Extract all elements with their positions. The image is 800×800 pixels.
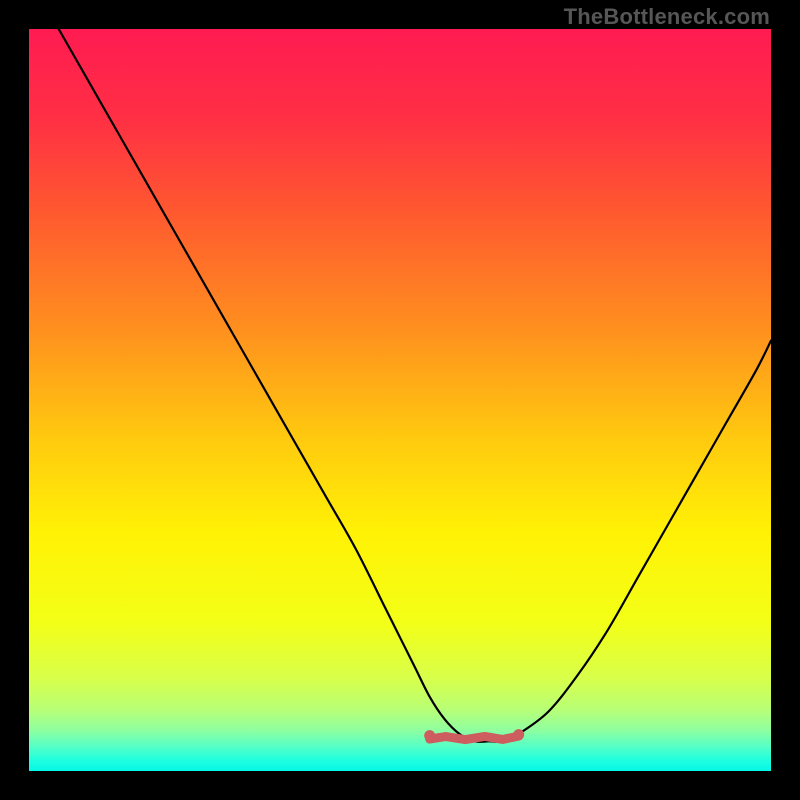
plot-frame — [29, 29, 771, 771]
gradient-background — [29, 29, 771, 771]
bottleneck-chart — [29, 29, 771, 771]
optimal-region-end-dot — [513, 729, 524, 740]
optimal-region-start-dot — [424, 730, 435, 741]
optimal-region-marker — [430, 736, 519, 740]
watermark-text: TheBottleneck.com — [564, 4, 770, 30]
